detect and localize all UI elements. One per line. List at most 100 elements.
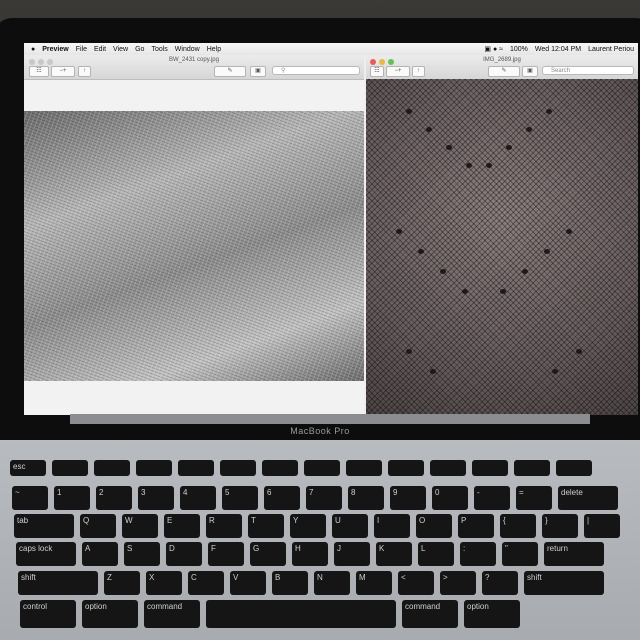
key-8[interactable]: 8: [348, 486, 384, 510]
key-blank[interactable]: [472, 460, 508, 476]
key-c[interactable]: C: [188, 571, 224, 595]
key-shift[interactable]: shift: [524, 571, 604, 595]
key-9[interactable]: 9: [390, 486, 426, 510]
key-symbol[interactable]: :: [460, 542, 496, 566]
key-6[interactable]: 6: [264, 486, 300, 510]
key-symbol[interactable]: <: [398, 571, 434, 595]
laptop-screen: ● Preview File Edit View Go Tools Window…: [24, 43, 638, 415]
key-k[interactable]: K: [376, 542, 412, 566]
key-delete[interactable]: delete: [558, 486, 618, 510]
share-icon[interactable]: ↑: [412, 66, 425, 77]
key-i[interactable]: I: [374, 514, 410, 538]
key-w[interactable]: W: [122, 514, 158, 538]
user-name[interactable]: Laurent Periou: [588, 46, 634, 53]
menu-view[interactable]: View: [113, 46, 128, 53]
key-z[interactable]: Z: [104, 571, 140, 595]
menu-go[interactable]: Go: [135, 46, 144, 53]
key-option[interactable]: option: [82, 600, 138, 628]
key-blank[interactable]: [94, 460, 130, 476]
key-r[interactable]: R: [206, 514, 242, 538]
key-y[interactable]: Y: [290, 514, 326, 538]
menu-tools[interactable]: Tools: [151, 46, 167, 53]
key-symbol[interactable]: -: [474, 486, 510, 510]
key-esc[interactable]: esc: [10, 460, 46, 476]
app-menu[interactable]: Preview: [42, 46, 68, 53]
key-command[interactable]: command: [402, 600, 458, 628]
key-u[interactable]: U: [332, 514, 368, 538]
key-g[interactable]: G: [250, 542, 286, 566]
key-x[interactable]: X: [146, 571, 182, 595]
key-symbol[interactable]: ?: [482, 571, 518, 595]
key-symbol[interactable]: |: [584, 514, 620, 538]
key-a[interactable]: A: [82, 542, 118, 566]
key-v[interactable]: V: [230, 571, 266, 595]
sidebar-icon[interactable]: ☷: [370, 66, 384, 77]
key-3[interactable]: 3: [138, 486, 174, 510]
key-blank[interactable]: [514, 460, 550, 476]
key-0[interactable]: 0: [432, 486, 468, 510]
key-blank[interactable]: [430, 460, 466, 476]
key-l[interactable]: L: [418, 542, 454, 566]
key-symbol[interactable]: >: [440, 571, 476, 595]
toolbox-icon[interactable]: ▣: [250, 66, 266, 77]
toolbox-icon[interactable]: ▣: [522, 66, 538, 77]
share-icon[interactable]: ↑: [78, 66, 91, 77]
clock[interactable]: Wed 12:04 PM: [535, 46, 581, 53]
key-option[interactable]: option: [464, 600, 520, 628]
battery-percent[interactable]: 100%: [510, 46, 528, 53]
menu-help[interactable]: Help: [207, 46, 221, 53]
toolbar-right: IMG_2689.jpg ☷ −+ ↑ ✎ ▣ Search: [366, 55, 638, 80]
zoom-icon[interactable]: −+: [386, 66, 410, 77]
search-field-left[interactable]: ⚲: [272, 66, 360, 75]
key-f[interactable]: F: [208, 542, 244, 566]
key-blank[interactable]: [206, 600, 396, 628]
key-2[interactable]: 2: [96, 486, 132, 510]
sidebar-icon[interactable]: ☷: [29, 66, 49, 77]
menu-edit[interactable]: Edit: [94, 46, 106, 53]
zoom-icon[interactable]: −+: [51, 66, 75, 77]
key-symbol[interactable]: =: [516, 486, 552, 510]
key-m[interactable]: M: [356, 571, 392, 595]
key-t[interactable]: T: [248, 514, 284, 538]
markup-icon[interactable]: ✎: [214, 66, 246, 77]
key-blank[interactable]: [136, 460, 172, 476]
status-icons[interactable]: ▣ ● ≈: [484, 45, 503, 53]
key-blank[interactable]: [304, 460, 340, 476]
key-blank[interactable]: [52, 460, 88, 476]
key-1[interactable]: 1: [54, 486, 90, 510]
key-n[interactable]: N: [314, 571, 350, 595]
key-e[interactable]: E: [164, 514, 200, 538]
key-symbol[interactable]: {: [500, 514, 536, 538]
key-blank[interactable]: [220, 460, 256, 476]
key-capslock[interactable]: caps lock: [16, 542, 76, 566]
menu-window[interactable]: Window: [175, 46, 200, 53]
menu-file[interactable]: File: [76, 46, 87, 53]
key-return[interactable]: return: [544, 542, 604, 566]
key-p[interactable]: P: [458, 514, 494, 538]
key-command[interactable]: command: [144, 600, 200, 628]
markup-icon[interactable]: ✎: [488, 66, 520, 77]
key-d[interactable]: D: [166, 542, 202, 566]
key-o[interactable]: O: [416, 514, 452, 538]
key-blank[interactable]: [178, 460, 214, 476]
key-blank[interactable]: [262, 460, 298, 476]
key-j[interactable]: J: [334, 542, 370, 566]
key-blank[interactable]: [346, 460, 382, 476]
key-symbol[interactable]: ~: [12, 486, 48, 510]
key-7[interactable]: 7: [306, 486, 342, 510]
key-blank[interactable]: [556, 460, 592, 476]
key-s[interactable]: S: [124, 542, 160, 566]
key-b[interactable]: B: [272, 571, 308, 595]
key-blank[interactable]: [388, 460, 424, 476]
key-symbol[interactable]: ": [502, 542, 538, 566]
key-h[interactable]: H: [292, 542, 328, 566]
key-shift[interactable]: shift: [18, 571, 98, 595]
key-control[interactable]: control: [20, 600, 76, 628]
key-tab[interactable]: tab: [14, 514, 74, 538]
apple-logo-icon[interactable]: ●: [31, 46, 35, 53]
key-4[interactable]: 4: [180, 486, 216, 510]
key-5[interactable]: 5: [222, 486, 258, 510]
search-field-right[interactable]: Search: [542, 66, 634, 75]
key-q[interactable]: Q: [80, 514, 116, 538]
key-symbol[interactable]: }: [542, 514, 578, 538]
